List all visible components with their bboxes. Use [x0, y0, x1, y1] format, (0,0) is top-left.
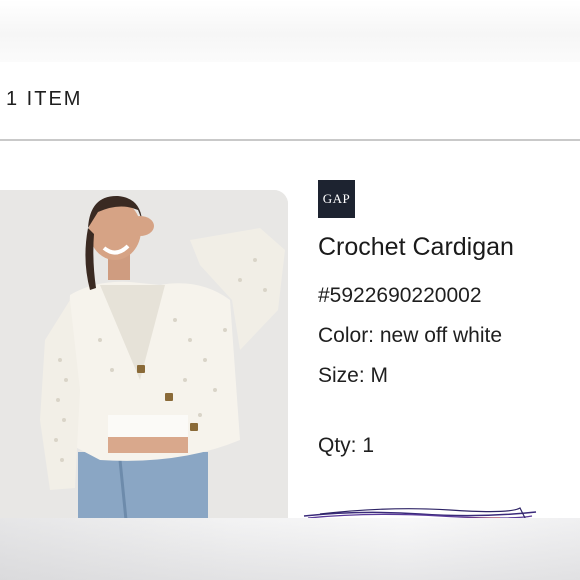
- bottom-blur-band: [0, 518, 580, 580]
- product-color: Color: new off white: [318, 324, 503, 347]
- top-blur-band: [0, 0, 580, 62]
- brand-logo-text: GAP: [322, 191, 351, 206]
- product-name[interactable]: Crochet Cardigan: [318, 233, 514, 262]
- section-divider: [0, 139, 580, 141]
- product-size: Size: M: [318, 364, 389, 387]
- product-quantity: Qty: 1: [318, 434, 375, 457]
- cart-item-count: 1 ITEM: [6, 88, 83, 110]
- brand-logo[interactable]: GAP: [318, 180, 355, 218]
- product-photo-illustration: [0, 190, 288, 520]
- product-image[interactable]: [0, 190, 288, 520]
- product-sku: #5922690220002: [318, 284, 482, 307]
